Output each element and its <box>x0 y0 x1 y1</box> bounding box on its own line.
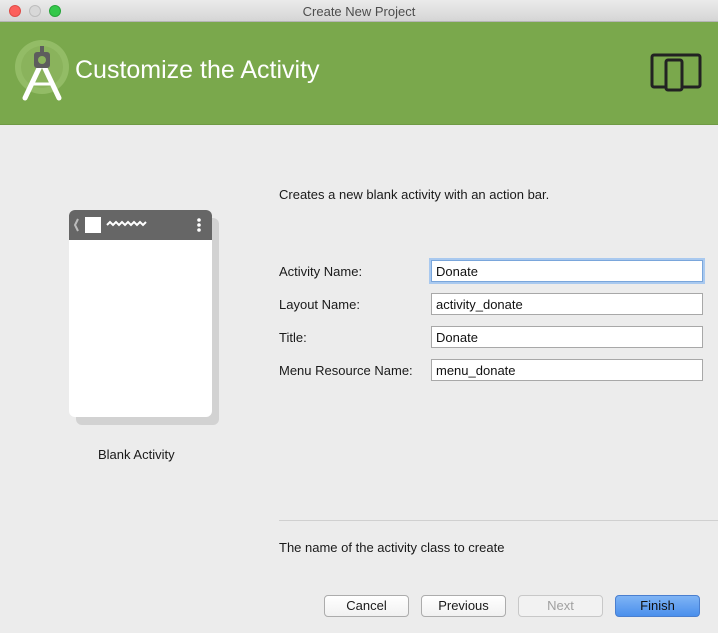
layout-name-label: Layout Name: <box>279 297 360 312</box>
title-input[interactable] <box>431 326 703 348</box>
template-description: Creates a new blank activity with an act… <box>279 187 550 202</box>
action-bar-icons <box>73 217 201 233</box>
previous-button[interactable]: Previous <box>421 595 506 617</box>
field-help-text: The name of the activity class to create <box>279 540 505 555</box>
activity-name-label: Activity Name: <box>279 264 363 279</box>
preview-phone <box>69 210 212 417</box>
window-title: Create New Project <box>302 4 416 19</box>
phone-tablet-icon <box>650 53 702 92</box>
page-title: Customize the Activity <box>75 56 320 84</box>
cancel-button[interactable]: Cancel <box>324 595 409 617</box>
separator <box>279 520 718 521</box>
finish-button[interactable]: Finish <box>615 595 700 617</box>
menu-resource-name-input[interactable] <box>431 359 703 381</box>
menu-resource-name-label: Menu Resource Name: <box>279 363 413 378</box>
android-studio-logo-icon <box>15 40 69 101</box>
layout-name-input[interactable] <box>431 293 703 315</box>
action-bar <box>69 210 212 240</box>
window-titlebar: Create New Project <box>0 0 718 22</box>
title-label: Title: <box>279 330 307 345</box>
preview-caption: Blank Activity <box>98 447 175 462</box>
header-banner: Customize the Activity <box>0 22 718 125</box>
next-button[interactable]: Next <box>518 595 603 617</box>
activity-preview <box>69 210 219 425</box>
activity-name-input[interactable] <box>431 260 703 282</box>
